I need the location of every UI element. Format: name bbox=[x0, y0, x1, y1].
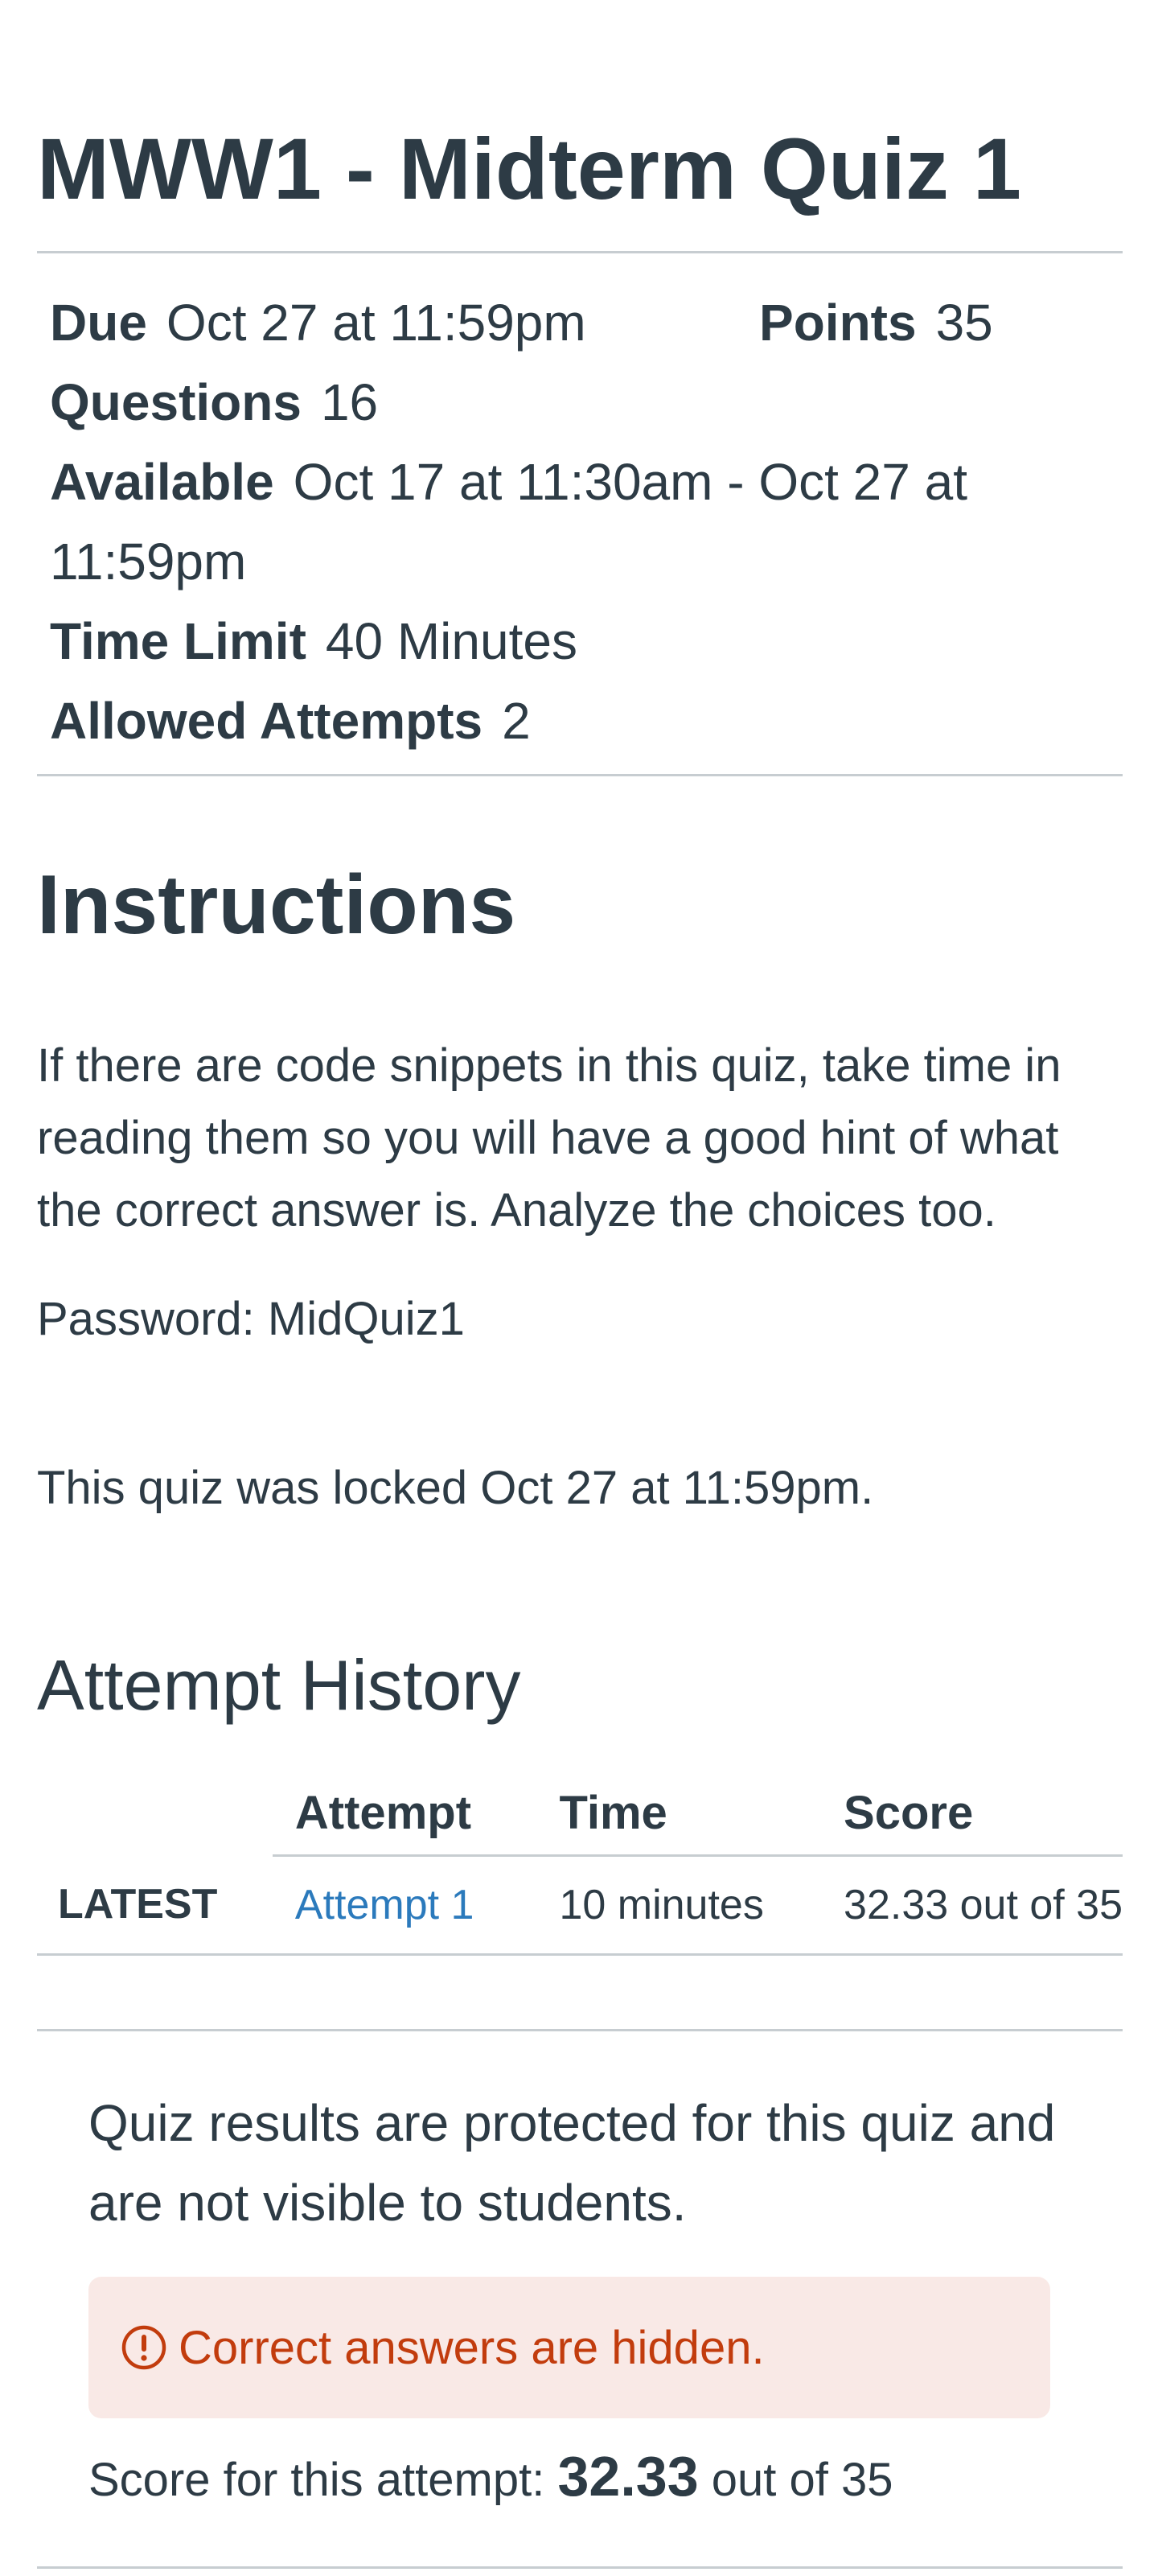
quiz-details: Due Oct 27 at 11:59pm Points 35 Questions 1… bbox=[50, 283, 1111, 761]
allowed-attempts-row: Allowed Attempts 2 bbox=[50, 681, 1111, 761]
available-row-continued: 11:59pm bbox=[50, 522, 1111, 602]
latest-tag: LATEST bbox=[37, 1855, 273, 1956]
divider bbox=[37, 2566, 1123, 2569]
time-limit-label: Time Limit bbox=[50, 612, 306, 670]
time-limit-row: Time Limit 40 Minutes bbox=[50, 602, 1111, 681]
password-text: Password: MidQuiz1 bbox=[37, 1293, 465, 1345]
table-header-row: Attempt Time Score bbox=[37, 1772, 1123, 1857]
points-label: Points bbox=[759, 294, 917, 352]
due-value: Oct 27 at 11:59pm bbox=[166, 294, 586, 352]
divider bbox=[37, 2029, 1123, 2031]
time-cell: 10 minutes bbox=[536, 1855, 822, 1956]
time-limit-value: 40 Minutes bbox=[325, 612, 577, 670]
instructions-heading: Instructions bbox=[37, 858, 516, 952]
available-label: Available bbox=[50, 453, 274, 511]
points-value: 35 bbox=[935, 294, 993, 352]
available-row: Available Oct 17 at 11:30am - Oct 27 at bbox=[50, 442, 1111, 522]
results-protected-text: Quiz results are protected for this quiz… bbox=[88, 2094, 1056, 2232]
attempt-score: Score for this attempt: 32.33 out of 35 bbox=[88, 2436, 1086, 2520]
score-cell: 32.33 out of 35 bbox=[821, 1855, 1123, 1956]
alert-text: Correct answers are hidden. bbox=[179, 2321, 765, 2374]
available-value-end: 11:59pm bbox=[50, 533, 247, 591]
column-header-time: Time bbox=[536, 1772, 822, 1857]
attempt-history-heading: Attempt History bbox=[37, 1645, 521, 1725]
warning-circle-icon bbox=[121, 2324, 167, 2371]
allowed-attempts-value: 2 bbox=[502, 692, 531, 750]
column-header-attempt: Attempt bbox=[272, 1772, 537, 1857]
column-header-score: Score bbox=[821, 1772, 1123, 1857]
score-value: 32.33 bbox=[557, 2445, 699, 2508]
points-row: Points 35 bbox=[759, 283, 993, 363]
table-row: LATEST Attempt 1 10 minutes 32.33 out of… bbox=[37, 1855, 1123, 1956]
questions-label: Questions bbox=[50, 373, 302, 431]
questions-row: Questions 16 bbox=[50, 363, 1111, 442]
score-suffix: out of 35 bbox=[698, 2454, 893, 2506]
attempt-history-table: Attempt Time Score LATEST Attempt 1 10 m… bbox=[37, 1772, 1123, 1956]
column-header-blank bbox=[37, 1772, 273, 1856]
score-prefix: Score for this attempt: bbox=[88, 2454, 558, 2506]
questions-value: 16 bbox=[320, 373, 379, 431]
divider bbox=[37, 251, 1123, 253]
attempt-cell: Attempt 1 bbox=[272, 1855, 537, 1956]
attempt-link[interactable]: Attempt 1 bbox=[295, 1882, 474, 1928]
available-value: Oct 17 at 11:30am - Oct 27 at bbox=[293, 453, 967, 511]
page-title: MWW1 - Midterm Quiz 1 bbox=[37, 120, 1021, 217]
due-label: Due bbox=[50, 294, 147, 352]
quiz-results: Quiz results are protected for this quiz… bbox=[88, 2084, 1086, 2520]
divider bbox=[37, 774, 1123, 776]
locked-notice: This quiz was locked Oct 27 at 11:59pm. bbox=[37, 1462, 874, 1514]
instructions-text: If there are code snippets in this quiz,… bbox=[37, 1039, 1062, 1237]
allowed-attempts-label: Allowed Attempts bbox=[50, 692, 483, 750]
correct-answers-hidden-alert: Correct answers are hidden. bbox=[88, 2277, 1050, 2418]
